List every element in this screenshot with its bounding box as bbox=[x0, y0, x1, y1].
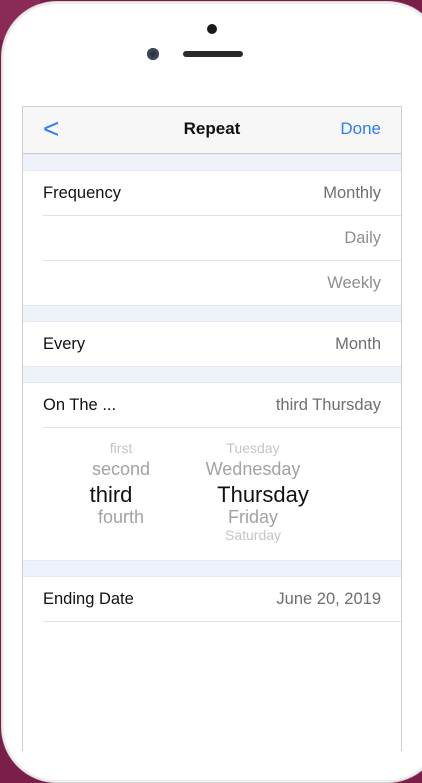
section-gap bbox=[23, 366, 401, 383]
every-value: Month bbox=[335, 335, 381, 353]
picker-weekday-option[interactable]: Wednesday bbox=[206, 459, 301, 480]
frequency-option-weekly[interactable]: Weekly bbox=[43, 261, 401, 305]
picker-ordinal-option[interactable]: first bbox=[110, 440, 133, 456]
done-button[interactable]: Done bbox=[340, 119, 381, 139]
front-camera bbox=[147, 48, 159, 60]
picker-ordinal-option[interactable]: second bbox=[92, 459, 150, 480]
ending-date-row[interactable]: Ending Date June 20, 2019 bbox=[43, 577, 401, 622]
section-gap bbox=[23, 560, 401, 577]
navigation-bar: < Repeat Done bbox=[23, 107, 401, 154]
frequency-row[interactable]: Frequency Monthly bbox=[43, 171, 401, 216]
picker-weekday-option[interactable]: Friday bbox=[228, 507, 278, 528]
picker-weekday-option[interactable]: Saturday bbox=[225, 527, 281, 543]
frequency-value: Monthly bbox=[323, 184, 381, 202]
on-the-value: third Thursday bbox=[275, 396, 381, 414]
frequency-option-daily[interactable]: Daily bbox=[43, 216, 401, 261]
frequency-option-label: Daily bbox=[344, 229, 381, 247]
frequency-label: Frequency bbox=[43, 184, 121, 202]
ending-date-label: Ending Date bbox=[43, 590, 134, 608]
picker-weekday-option[interactable]: Tuesday bbox=[226, 440, 279, 456]
on-the-row[interactable]: On The ... third Thursday bbox=[43, 383, 401, 428]
frequency-option-label: Weekly bbox=[327, 274, 381, 292]
section-gap bbox=[23, 305, 401, 322]
section-gap bbox=[23, 154, 401, 171]
app-screen: < Repeat Done Frequency Monthly Daily We… bbox=[22, 106, 402, 751]
sensor-dot bbox=[207, 24, 217, 34]
earpiece-speaker bbox=[183, 51, 243, 57]
picker-ordinal-option[interactable]: fourth bbox=[98, 507, 144, 528]
ending-date-value: June 20, 2019 bbox=[276, 590, 381, 608]
every-label: Every bbox=[43, 335, 86, 353]
picker-ordinal-selected[interactable]: third bbox=[90, 482, 133, 508]
on-the-label: On The ... bbox=[43, 396, 117, 414]
picker-weekday-selected[interactable]: Thursday bbox=[217, 482, 309, 508]
every-row[interactable]: Every Month bbox=[43, 322, 401, 366]
day-picker[interactable]: first second third fourth Tuesday Wednes… bbox=[23, 428, 401, 560]
